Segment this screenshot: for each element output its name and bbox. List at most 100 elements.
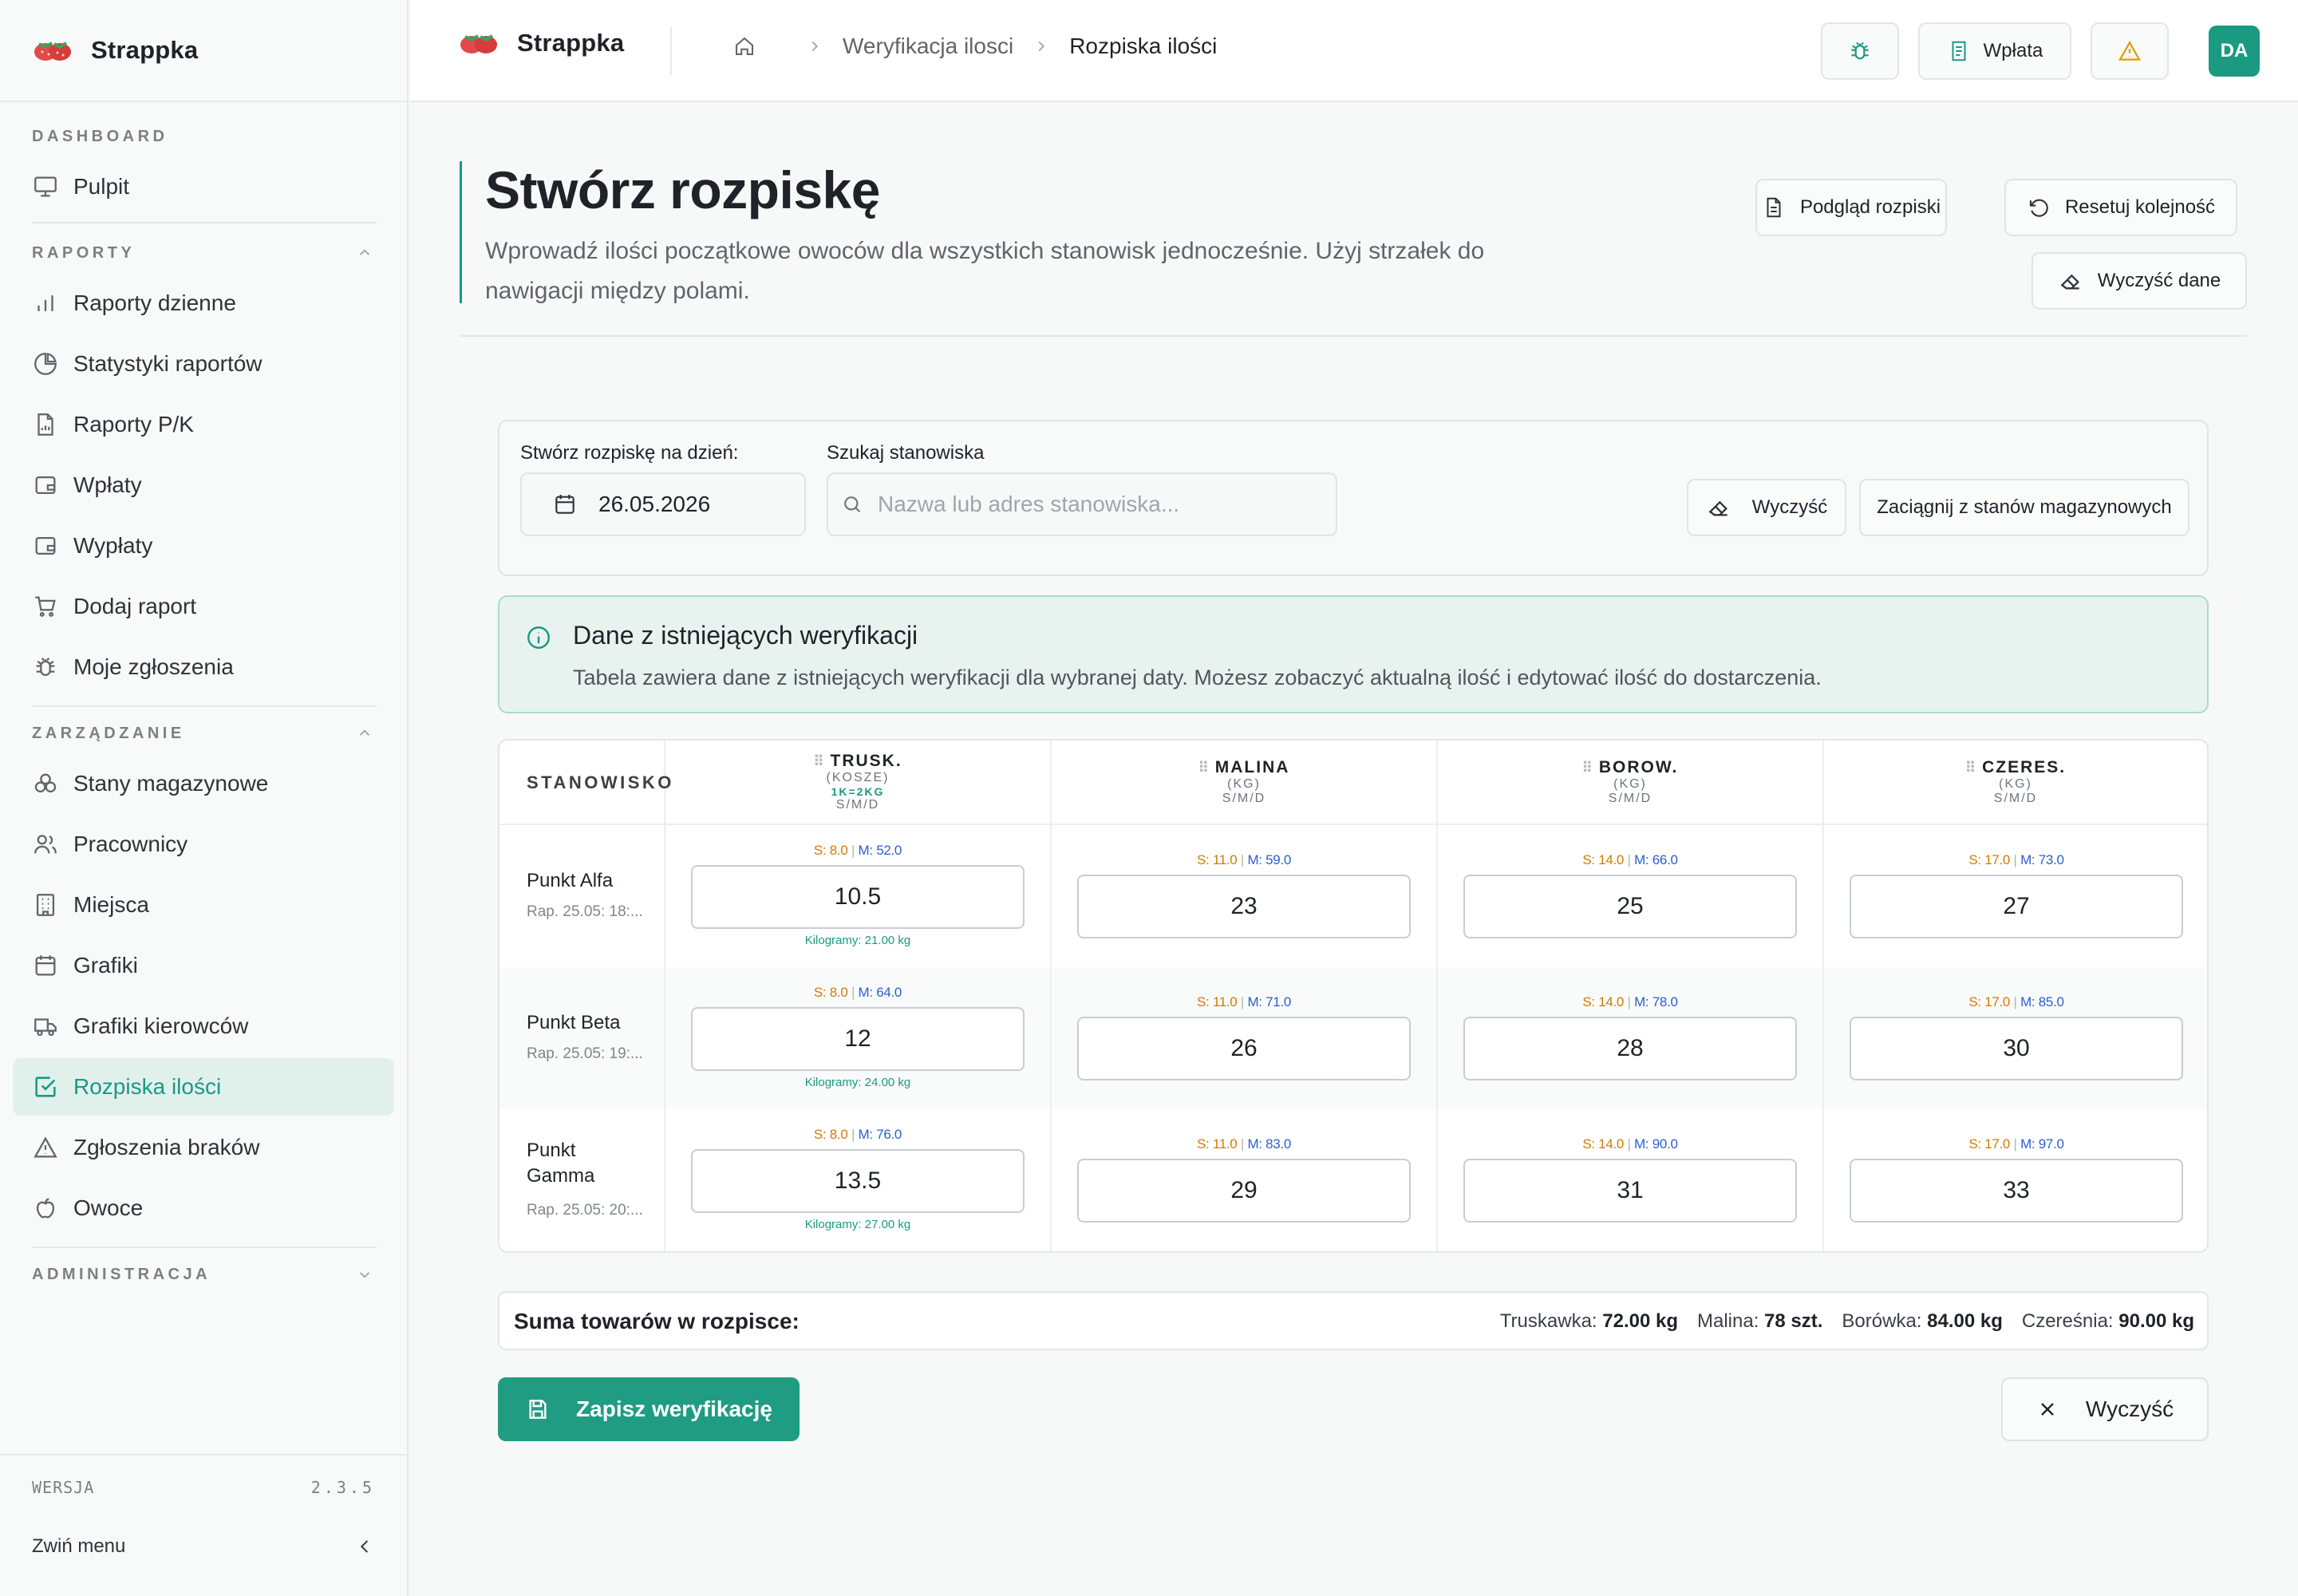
column-header-strawberry[interactable]: ⠿ TRUSK. (KOSZE) 1K=2KG S/M/D bbox=[665, 741, 1050, 824]
pie-chart-icon bbox=[32, 350, 59, 377]
kilograms-note: Kilogramy: 24.00 kg bbox=[804, 1076, 911, 1089]
quantity-input[interactable]: 30 bbox=[1850, 1017, 2183, 1080]
kilograms-note: Kilogramy: 21.00 kg bbox=[804, 934, 911, 947]
pull-from-stock-label: Zaciągnij z stanów magazynowych bbox=[1877, 496, 2172, 518]
drag-handle-icon[interactable]: ⠿ bbox=[813, 753, 823, 770]
sidebar-item-deposits[interactable]: Wpłaty bbox=[13, 456, 394, 514]
clear-data-button[interactable]: Wyczyść dane bbox=[2031, 252, 2247, 310]
sidebar-item-daily-reports[interactable]: Raporty dzienne bbox=[13, 275, 394, 332]
sidebar-item-pulpit[interactable]: Pulpit bbox=[13, 158, 394, 215]
chevron-up-icon[interactable] bbox=[354, 243, 375, 263]
quantity-input[interactable]: 10.5 bbox=[691, 865, 1025, 929]
reset-order-label: Resetuj kolejność bbox=[2064, 196, 2216, 218]
summary-bar: Suma towarów w rozpisce: Truskawka: 72.0… bbox=[498, 1291, 2209, 1350]
column-header-blueberry[interactable]: ⠿ BOROW. (KG) S/M/D bbox=[1438, 741, 1822, 824]
topbar-brand[interactable]: Strappka bbox=[458, 29, 624, 57]
truck-icon bbox=[32, 1013, 59, 1040]
column-name: ⠿ BOROW. bbox=[1582, 758, 1679, 777]
preview-button[interactable]: Podgląd rozpiski bbox=[1755, 179, 1947, 236]
info-text: Tabela zawiera dane z istniejących weryf… bbox=[573, 666, 1822, 689]
sidebar-item-places[interactable]: Miejsca bbox=[13, 876, 394, 934]
sidebar-item-schedules[interactable]: Grafiki bbox=[13, 937, 394, 994]
sidebar-item-label: Pulpit bbox=[73, 174, 130, 199]
search-input[interactable]: Nazwa lub adres stanowiska... bbox=[827, 472, 1337, 536]
date-value: 26.05.2026 bbox=[598, 492, 711, 516]
rotate-ccw-icon bbox=[2027, 196, 2051, 219]
cell-stats: S: 17.0 | M: 85.0 bbox=[1968, 994, 2064, 1009]
save-verification-button[interactable]: Zapisz weryfikację bbox=[498, 1377, 800, 1441]
clear-data-label: Wyczyść dane bbox=[2097, 270, 2221, 291]
sidebar-item-pk-reports[interactable]: Raporty P/K bbox=[13, 396, 394, 453]
filter-clear-button[interactable]: Wyczyść bbox=[1687, 479, 1846, 536]
clear-button[interactable]: Wyczyść bbox=[2001, 1377, 2209, 1441]
quantity-input[interactable]: 28 bbox=[1463, 1017, 1797, 1080]
reset-order-button[interactable]: Resetuj kolejność bbox=[2004, 179, 2237, 236]
sidebar-divider bbox=[32, 1246, 377, 1248]
sidebar-item-label: Wypłaty bbox=[73, 533, 153, 558]
column-name-text: MALINA bbox=[1214, 758, 1290, 776]
date-label: Stwórz rozpiskę na dzień: bbox=[520, 442, 739, 464]
payment-button[interactable]: Wpłata bbox=[1918, 22, 2071, 80]
quantity-input[interactable]: 31 bbox=[1463, 1159, 1797, 1223]
cell-stats: S: 8.0 | M: 76.0 bbox=[813, 1127, 902, 1142]
sidebar-item-fruits[interactable]: Owoce bbox=[13, 1179, 394, 1237]
search-icon bbox=[841, 493, 863, 516]
sidebar-item-workers[interactable]: Pracownicy bbox=[13, 816, 394, 873]
bug-icon bbox=[1847, 38, 1873, 64]
sidebar-brand[interactable]: Strappka bbox=[0, 0, 407, 102]
sidebar-item-driver-schedules[interactable]: Grafiki kierowców bbox=[13, 998, 394, 1055]
sidebar-item-label: Stany magazynowe bbox=[73, 771, 269, 796]
quantity-input[interactable]: 26 bbox=[1077, 1017, 1411, 1080]
sidebar-item-my-tickets[interactable]: Moje zgłoszenia bbox=[13, 638, 394, 696]
sidebar-item-label: Pracownicy bbox=[73, 832, 188, 856]
bug-report-button[interactable] bbox=[1821, 22, 1899, 80]
search-placeholder: Nazwa lub adres stanowiska... bbox=[878, 492, 1180, 516]
user-avatar[interactable]: DA bbox=[2209, 26, 2260, 77]
sidebar-item-withdrawals[interactable]: Wypłaty bbox=[13, 517, 394, 575]
quantity-input[interactable]: 13.5 bbox=[691, 1149, 1025, 1213]
column-header-cherry[interactable]: ⠿ CZERES. (KG) S/M/D bbox=[1824, 741, 2207, 824]
collapse-menu-button[interactable]: Zwiń menu bbox=[32, 1535, 377, 1558]
pull-from-stock-button[interactable]: Zaciągnij z stanów magazynowych bbox=[1859, 479, 2189, 536]
chevron-up-icon[interactable] bbox=[354, 723, 375, 744]
quantity-input[interactable]: 12 bbox=[691, 1007, 1025, 1071]
chevron-down-icon[interactable] bbox=[354, 1264, 375, 1285]
home-icon[interactable] bbox=[732, 34, 756, 58]
cell-stats: S: 11.0 | M: 83.0 bbox=[1196, 1136, 1292, 1152]
sidebar-item-label: Dodaj raport bbox=[73, 594, 197, 618]
column-header-raspberry[interactable]: ⠿ MALINA (KG) S/M/D bbox=[1052, 741, 1436, 824]
drag-handle-icon[interactable]: ⠿ bbox=[1965, 760, 1976, 776]
date-input[interactable]: 26.05.2026 bbox=[520, 472, 806, 536]
receipt-icon bbox=[1947, 39, 1971, 63]
quantity-input[interactable]: 23 bbox=[1077, 875, 1411, 938]
users-icon bbox=[32, 831, 59, 858]
sidebar-item-add-report[interactable]: Dodaj raport bbox=[13, 578, 394, 635]
drag-handle-icon[interactable]: ⠿ bbox=[1198, 760, 1209, 776]
alerts-button[interactable] bbox=[2091, 22, 2169, 80]
title-accent-bar bbox=[460, 161, 462, 303]
quantity-input[interactable]: 33 bbox=[1850, 1159, 2183, 1223]
breadcrumb-link[interactable]: Weryfikacja ilosci bbox=[843, 34, 1013, 59]
info-box: Dane z istniejących weryfikacji Tabela z… bbox=[498, 595, 2209, 713]
save-icon bbox=[525, 1396, 551, 1422]
sidebar-item-report-stats[interactable]: Statystyki raportów bbox=[13, 335, 394, 393]
save-verification-label: Zapisz weryfikację bbox=[576, 1396, 772, 1421]
sidebar-item-label: Raporty dzienne bbox=[73, 290, 236, 315]
quantity-input[interactable]: 25 bbox=[1463, 875, 1797, 938]
sidebar-item-quantity-breakdown[interactable]: Rozpiska ilości bbox=[13, 1058, 394, 1116]
sidebar-item-shortage-reports[interactable]: Zgłoszenia braków bbox=[13, 1119, 394, 1176]
version-value: 2.3.5 bbox=[310, 1478, 375, 1497]
apple-icon bbox=[32, 1195, 59, 1222]
summary-item: Malina: 78 szt. bbox=[1697, 1310, 1823, 1332]
calendar-icon bbox=[552, 492, 578, 517]
drag-handle-icon[interactable]: ⠿ bbox=[1582, 760, 1593, 776]
brand-name: Strappka bbox=[517, 29, 625, 57]
quantity-input[interactable]: 27 bbox=[1850, 875, 2183, 938]
sidebar-item-label: Raporty P/K bbox=[73, 412, 194, 437]
quantity-input[interactable]: 29 bbox=[1077, 1159, 1411, 1223]
column-unit: (KG) bbox=[1613, 777, 1647, 791]
payment-label: Wpłata bbox=[1983, 40, 2043, 61]
summary-item: Borówka: 84.00 kg bbox=[1842, 1310, 2003, 1332]
info-icon bbox=[525, 624, 552, 651]
sidebar-item-stock[interactable]: Stany magazynowe bbox=[13, 755, 394, 812]
